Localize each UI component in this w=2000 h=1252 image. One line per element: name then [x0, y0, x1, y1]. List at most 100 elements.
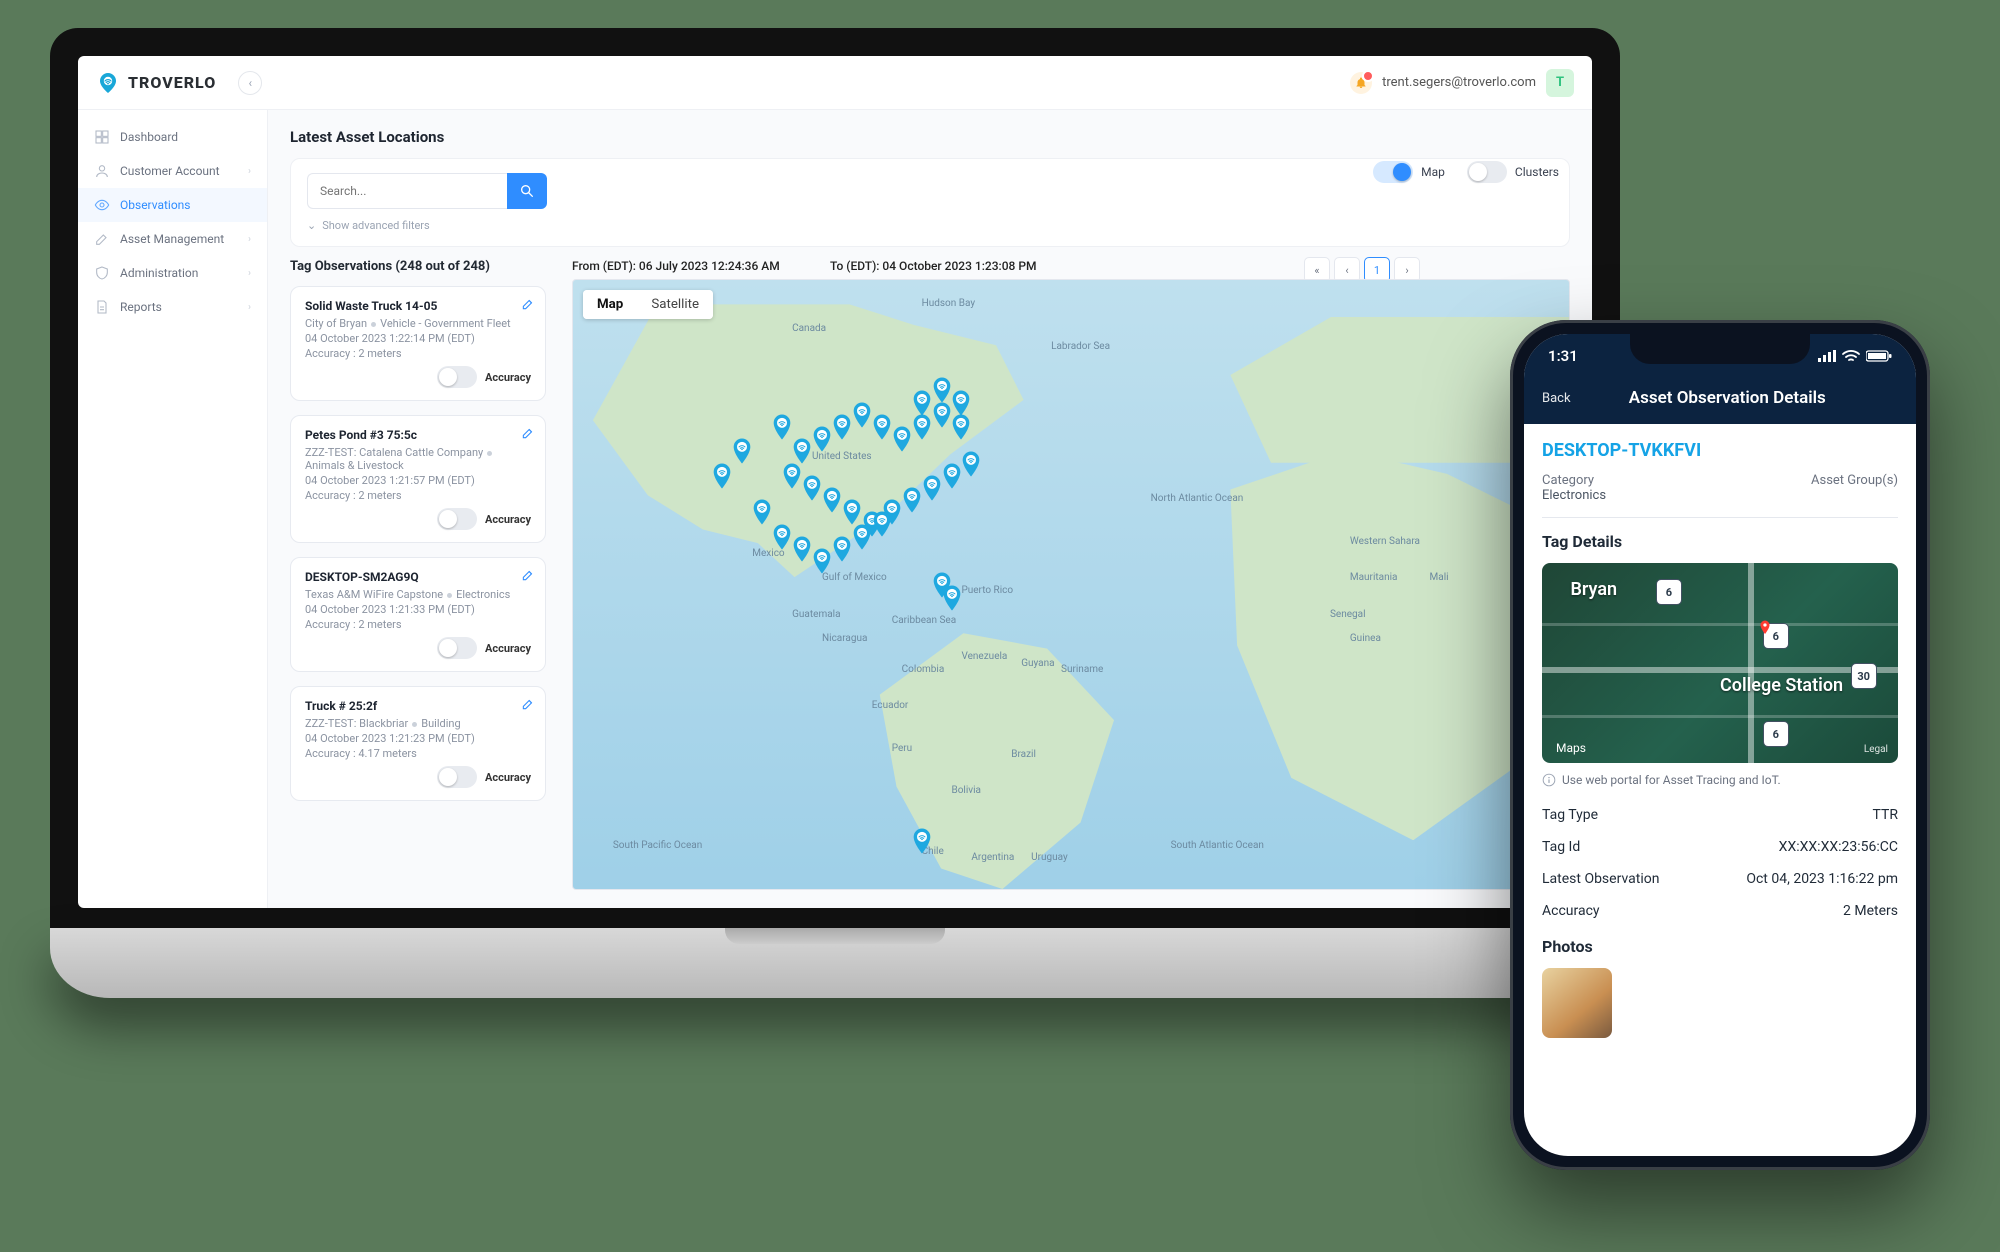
map-pin-icon[interactable]: [832, 414, 852, 440]
sidebar-item-asset-management[interactable]: Asset Management ›: [78, 222, 267, 256]
shield-icon: [94, 265, 110, 281]
map-pin-icon[interactable]: [712, 463, 732, 489]
observation-time: 04 October 2023 1:22:14 PM (EDT): [305, 332, 531, 345]
phone-screen-title: Asset Observation Details: [1591, 388, 1864, 408]
map-pin-icon[interactable]: [942, 585, 962, 611]
map-pin-icon[interactable]: [912, 828, 932, 854]
observation-card[interactable]: Petes Pond #3 75:5cZZZ-TEST: Catalena Ca…: [290, 415, 546, 543]
wifi-icon: [1842, 350, 1860, 362]
content: Latest Asset Locations ⌄ Show advanced f…: [268, 110, 1592, 908]
user-email[interactable]: trent.segers@troverlo.com: [1382, 75, 1536, 90]
map-pin-icon[interactable]: [792, 536, 812, 562]
map-pin-icon[interactable]: [892, 426, 912, 452]
map-pin-icon[interactable]: [852, 402, 872, 428]
map-label: Uruguay: [1031, 852, 1068, 863]
edit-icon[interactable]: [521, 297, 535, 314]
observation-accuracy: Accuracy : 4.17 meters: [305, 747, 531, 760]
map-pin-icon[interactable]: [752, 499, 772, 525]
photo-thumbnail[interactable]: [1542, 968, 1612, 1038]
sidebar-item-reports[interactable]: Reports ›: [78, 290, 267, 324]
map-label: Puerto Rico: [961, 585, 1013, 596]
map-tab-map[interactable]: Map: [583, 290, 637, 319]
observation-card[interactable]: Solid Waste Truck 14-05City of BryanVehi…: [290, 286, 546, 401]
map-pin-icon[interactable]: [912, 414, 932, 440]
map-pin-icon[interactable]: [852, 524, 872, 550]
edit-icon[interactable]: [521, 568, 535, 585]
map-legal-link[interactable]: Legal: [1864, 744, 1888, 755]
user-area: trent.segers@troverlo.com T: [1350, 69, 1574, 97]
map-pin-icon[interactable]: [772, 524, 792, 550]
asset-group-label: Asset Group(s): [1811, 473, 1898, 488]
map-pin-icon[interactable]: [951, 390, 971, 416]
map-pin-icon[interactable]: [932, 377, 952, 403]
map-pin-icon[interactable]: [872, 414, 892, 440]
sidebar-collapse-button[interactable]: ‹: [238, 71, 262, 95]
map-pin-icon[interactable]: [942, 463, 962, 489]
map-pin-icon: [1756, 619, 1774, 637]
chevron-down-icon: ⌄: [307, 219, 316, 232]
clusters-toggle[interactable]: [1467, 161, 1507, 183]
accuracy-label: Accuracy: [485, 513, 531, 526]
search-button[interactable]: [507, 173, 547, 209]
sidebar-item-observations[interactable]: Observations: [78, 188, 267, 222]
category-value: Electronics: [1542, 488, 1606, 503]
map-label: Western Sahara: [1350, 536, 1420, 547]
map-pin-icon[interactable]: [732, 438, 752, 464]
edit-icon[interactable]: [521, 697, 535, 714]
map-pin-icon[interactable]: [802, 475, 822, 501]
map-pin-icon[interactable]: [872, 511, 892, 537]
accuracy-toggle[interactable]: [437, 766, 477, 788]
asset-name: DESKTOP-TVKKFVI: [1542, 440, 1898, 461]
notification-bell-icon[interactable]: [1350, 72, 1372, 94]
observation-list[interactable]: Solid Waste Truck 14-05City of BryanVehi…: [290, 286, 550, 890]
map-pin-icon[interactable]: [922, 475, 942, 501]
sidebar-item-administration[interactable]: Administration ›: [78, 256, 267, 290]
search-icon: [519, 183, 535, 199]
map-pin-icon[interactable]: [842, 499, 862, 525]
map-pin-icon[interactable]: [832, 536, 852, 562]
map-pin-icon[interactable]: [812, 548, 832, 574]
map-pin-icon[interactable]: [951, 414, 971, 440]
accuracy-toggle[interactable]: [437, 637, 477, 659]
phone-body[interactable]: DESKTOP-TVKKFVI Category Electronics Ass…: [1524, 424, 1916, 1156]
map-toggle[interactable]: [1373, 161, 1413, 183]
edit-icon[interactable]: [521, 426, 535, 443]
observation-card[interactable]: Truck # 25:2fZZZ-TEST: BlackbriarBuildin…: [290, 686, 546, 801]
sidebar-item-customer-account[interactable]: Customer Account ›: [78, 154, 267, 188]
map-tab-satellite[interactable]: Satellite: [637, 290, 713, 319]
map-label: Guatemala: [792, 609, 840, 620]
back-button[interactable]: Back: [1542, 391, 1571, 406]
sidebar-item-dashboard[interactable]: Dashboard: [78, 120, 267, 154]
mini-map[interactable]: Bryan College Station 6 6 30 6 Maps Lega…: [1542, 563, 1898, 763]
brand-logo-icon: [96, 71, 120, 95]
advanced-filters-toggle[interactable]: ⌄ Show advanced filters: [307, 219, 1553, 232]
map-pin-icon[interactable]: [812, 426, 832, 452]
map-pin-icon[interactable]: [932, 402, 952, 428]
observation-accuracy: Accuracy : 2 meters: [305, 618, 531, 631]
map-pin-icon[interactable]: [961, 451, 981, 477]
search-input[interactable]: [307, 173, 507, 209]
detail-value: Oct 04, 2023 1:16:22 pm: [1746, 871, 1898, 887]
laptop-screen: TROVERLO ‹ trent.segers@troverlo.com T D…: [50, 28, 1620, 928]
user-avatar[interactable]: T: [1546, 69, 1574, 97]
apple-maps-attribution: Maps: [1552, 741, 1586, 755]
accuracy-toggle[interactable]: [437, 508, 477, 530]
map-pin-icon[interactable]: [772, 414, 792, 440]
map-pin-icon[interactable]: [792, 438, 812, 464]
accuracy-label: Accuracy: [485, 771, 531, 784]
topbar: TROVERLO ‹ trent.segers@troverlo.com T: [78, 56, 1592, 110]
observation-title: Petes Pond #3 75:5c: [305, 428, 531, 442]
map[interactable]: Map Satellite Canada United States Mexic…: [572, 279, 1570, 890]
accuracy-toggle[interactable]: [437, 366, 477, 388]
edit-icon: [94, 231, 110, 247]
map-label: Venezuela: [961, 651, 1007, 662]
brand[interactable]: TROVERLO ‹: [96, 71, 262, 95]
chevron-right-icon: ›: [248, 302, 251, 313]
observation-card[interactable]: DESKTOP-SM2AG9QTexas A&M WiFire Capstone…: [290, 557, 546, 672]
detail-value: TTR: [1873, 807, 1898, 823]
map-pin-icon[interactable]: [782, 463, 802, 489]
map-pin-icon[interactable]: [912, 390, 932, 416]
map-pin-icon[interactable]: [822, 487, 842, 513]
map-pin-icon[interactable]: [902, 487, 922, 513]
dashboard-icon: [94, 129, 110, 145]
